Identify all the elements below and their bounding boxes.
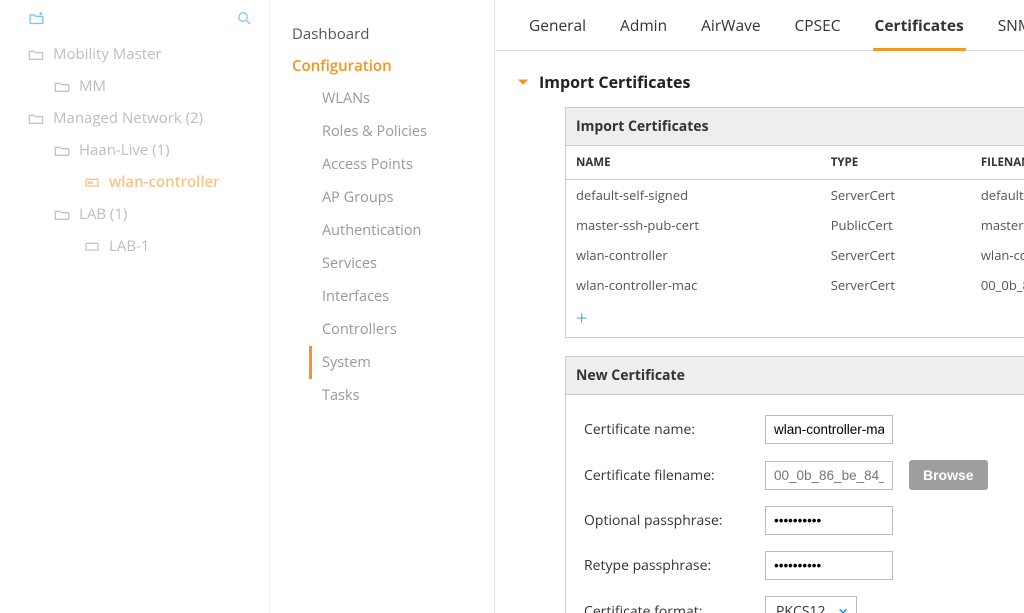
new-certificate-panel: New Certificate Certificate name: Certif… (565, 356, 1024, 613)
retype-passphrase-input[interactable] (765, 551, 893, 580)
certificates-panel: Import Certificates NAME TYPE FILENAME R… (565, 107, 1024, 338)
tree-item-lab-1[interactable]: LAB-1 (0, 230, 269, 262)
browse-button[interactable]: Browse (909, 460, 988, 490)
col-filename[interactable]: FILENAME (971, 146, 1024, 180)
tree-label: MM (79, 76, 106, 96)
tree-label: Mobility Master (53, 44, 162, 64)
tab-general[interactable]: General (527, 14, 588, 50)
nav-dashboard[interactable]: Dashboard (292, 18, 494, 50)
tab-certificates[interactable]: Certificates (873, 14, 966, 51)
tab-admin[interactable]: Admin (618, 14, 669, 50)
cell-filename: 00_0b_86_be_84_00.p12 (971, 270, 1024, 300)
nav-interfaces[interactable]: Interfaces (292, 280, 494, 313)
form-title: New Certificate (566, 357, 1024, 395)
cell-type: PublicCert (821, 210, 971, 240)
nav-services[interactable]: Services (292, 247, 494, 280)
tab-cpsec[interactable]: CPSEC (793, 14, 843, 50)
chevron-down-icon (838, 606, 848, 613)
config-nav: Dashboard Configuration WLANs Roles & Po… (270, 0, 495, 613)
panel-title: Import Certificates (566, 108, 1024, 146)
add-certificate-button[interactable]: + (566, 300, 1024, 337)
cell-name: wlan-controller-mac (566, 270, 821, 300)
tree-item-lab[interactable]: LAB (1) (0, 198, 269, 230)
label-cert-filename: Certificate filename: (584, 466, 749, 485)
tree-item-haan-live[interactable]: Haan-Live (1) (0, 134, 269, 166)
cert-filename-input (765, 461, 893, 490)
table-row[interactable]: default-self-signed ServerCert default-s… (566, 180, 1024, 211)
tree-label: wlan-controller (109, 172, 220, 192)
select-value: PKCS12 (776, 602, 826, 613)
tree-item-managed-network[interactable]: Managed Network (2) (0, 102, 269, 134)
table-row[interactable]: wlan-controller-mac ServerCert 00_0b_86_… (566, 270, 1024, 300)
chevron-down-icon (517, 71, 529, 93)
nav-wlans[interactable]: WLANs (292, 82, 494, 115)
cell-filename: master-ssh-pub-cert (971, 210, 1024, 240)
cell-filename: default-self-signed (971, 180, 1024, 211)
cell-type: ServerCert (821, 270, 971, 300)
nav-authentication[interactable]: Authentication (292, 214, 494, 247)
tree-label: Managed Network (2) (53, 108, 203, 128)
cell-name: wlan-controller (566, 240, 821, 270)
tree-label: Haan-Live (1) (79, 140, 170, 160)
tree-label: LAB-1 (109, 236, 149, 256)
label-cert-name: Certificate name: (584, 420, 749, 439)
label-cert-format: Certificate format: (584, 602, 749, 613)
cell-type: ServerCert (821, 240, 971, 270)
passphrase-input[interactable] (765, 506, 893, 535)
nav-roles-policies[interactable]: Roles & Policies (292, 115, 494, 148)
cell-name: default-self-signed (566, 180, 821, 211)
tab-airwave[interactable]: AirWave (699, 14, 762, 50)
certificates-table: NAME TYPE FILENAME REFERENCE default-sel… (566, 146, 1024, 300)
hierarchy-sidebar: Mobility Master MM Managed Network (2) H… (0, 0, 270, 613)
tree-item-mobility-master[interactable]: Mobility Master (0, 38, 269, 70)
label-passphrase: Optional passphrase: (584, 511, 749, 530)
tab-snmp[interactable]: SNMP (996, 14, 1024, 50)
nav-system[interactable]: System (309, 346, 494, 379)
label-retype-passphrase: Retype passphrase: (584, 556, 749, 575)
col-type[interactable]: TYPE (821, 146, 971, 180)
content-area: General Admin AirWave CPSEC Certificates… (495, 0, 1024, 613)
cert-format-select[interactable]: PKCS12 (765, 596, 857, 613)
tree-item-mm[interactable]: MM (0, 70, 269, 102)
tree-item-wlan-controller[interactable]: wlan-controller (0, 166, 269, 198)
nav-access-points[interactable]: Access Points (292, 148, 494, 181)
nav-tasks[interactable]: Tasks (292, 379, 494, 412)
cell-name: master-ssh-pub-cert (566, 210, 821, 240)
nav-controllers[interactable]: Controllers (292, 313, 494, 346)
col-name[interactable]: NAME (566, 146, 821, 180)
tab-bar: General Admin AirWave CPSEC Certificates… (495, 0, 1024, 51)
table-row[interactable]: master-ssh-pub-cert PublicCert master-ss… (566, 210, 1024, 240)
cert-name-input[interactable] (765, 415, 893, 444)
nav-ap-groups[interactable]: AP Groups (292, 181, 494, 214)
tree-label: LAB (1) (79, 204, 127, 224)
section-toggle[interactable]: Import Certificates (517, 71, 1024, 93)
cell-filename: wlan-controller.pem (971, 240, 1024, 270)
section-title: Import Certificates (539, 71, 690, 93)
search-icon[interactable] (236, 10, 253, 32)
cell-type: ServerCert (821, 180, 971, 211)
new-folder-icon[interactable] (28, 10, 45, 32)
nav-configuration[interactable]: Configuration (292, 50, 494, 82)
table-row[interactable]: wlan-controller ServerCert wlan-controll… (566, 240, 1024, 270)
